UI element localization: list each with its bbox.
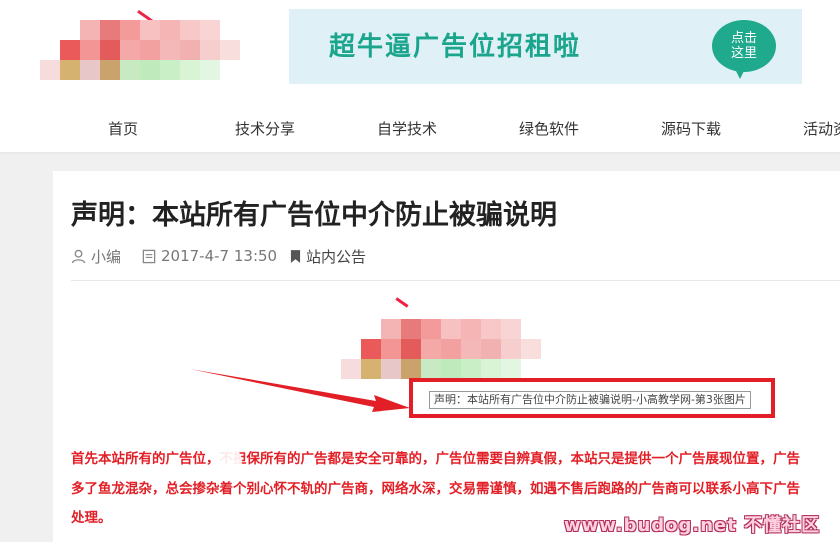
- ad-banner[interactable]: 超牛逼广告位招租啦 点击 这里: [289, 9, 802, 84]
- nav-item-tech-share[interactable]: 技术分享: [235, 118, 295, 139]
- watermark: www.budog.net 不懂社区: [564, 515, 821, 536]
- date-meta: 2017-4-7 13:50: [142, 246, 277, 266]
- article-card: 声明：本站所有广告位中介防止被骗说明 小编 2017-4-7 13:50 站内公…: [53, 171, 840, 542]
- image-caption-tooltip: 声明：本站所有广告位中介防止被骗说明-小高教学网-第3张图片: [429, 391, 751, 409]
- post-date: 2017-4-7 13:50: [161, 247, 278, 265]
- site-logo[interactable]: [40, 9, 240, 90]
- nav-item-source-download[interactable]: 源码下载: [661, 118, 721, 139]
- author-name: 小编: [91, 247, 122, 266]
- calendar-icon: [142, 249, 156, 263]
- blur-overlay: [212, 446, 242, 476]
- category-link[interactable]: 站内公告: [306, 246, 366, 267]
- nav-item-home[interactable]: 首页: [108, 118, 138, 139]
- main-nav: 首页 技术分享 自学技术 绿色软件 源码下载 活动资: [0, 110, 840, 146]
- user-icon: [71, 249, 86, 263]
- ad-banner-text: 超牛逼广告位招租啦: [329, 32, 582, 62]
- meta-divider: [71, 280, 840, 281]
- author-meta[interactable]: 小编: [71, 246, 121, 266]
- site-header: 超牛逼广告位招租啦 点击 这里 首页 技术分享 自学技术 绿色软件 源码下载 活…: [0, 0, 840, 152]
- nav-item-green-software[interactable]: 绿色软件: [519, 118, 579, 139]
- nav-item-activities[interactable]: 活动资: [803, 118, 840, 139]
- category-meta[interactable]: 站内公告: [290, 246, 366, 266]
- image-accent: [395, 297, 409, 308]
- ad-bubble-line-1: 点击: [730, 31, 757, 46]
- bubble-tail: [734, 67, 746, 79]
- article-title: 声明：本站所有广告位中介防止被骗说明: [71, 200, 557, 231]
- red-arrow-annotation: [190, 369, 410, 412]
- ad-bubble-line-2: 这里: [730, 46, 757, 61]
- nav-item-self-study[interactable]: 自学技术: [377, 118, 437, 139]
- ad-click-bubble[interactable]: 点击 这里: [712, 20, 776, 72]
- bookmark-icon: [290, 249, 301, 263]
